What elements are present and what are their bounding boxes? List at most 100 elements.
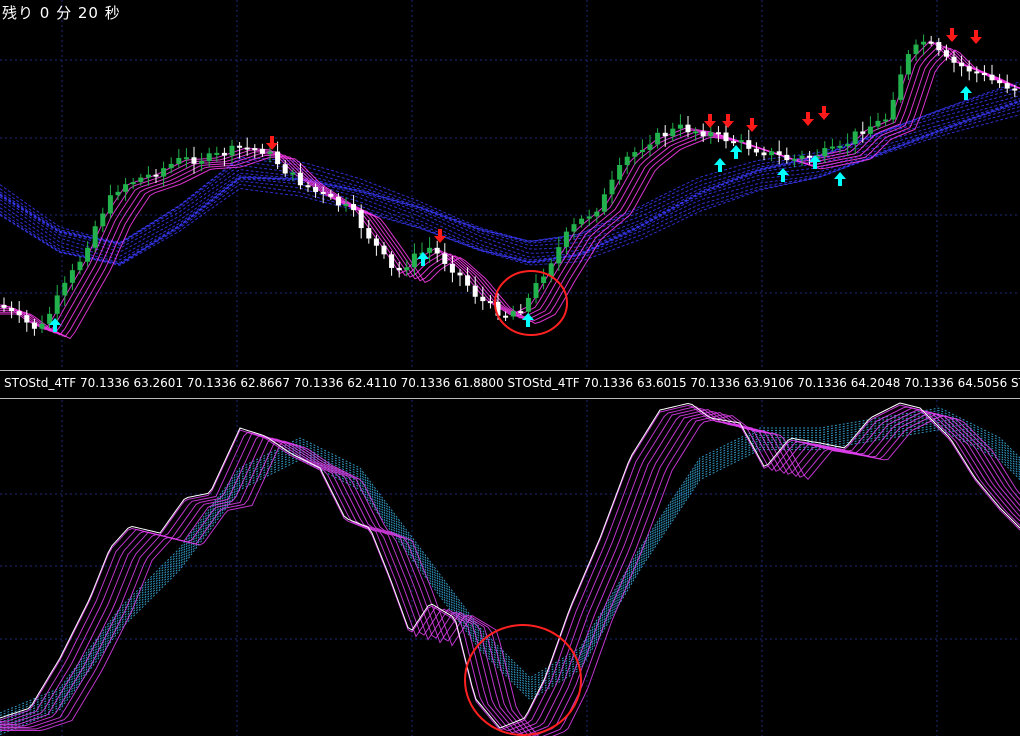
cyan-up-arrow-icon — [960, 86, 972, 100]
candle-body — [1, 305, 7, 308]
candle-body — [966, 66, 972, 72]
candle-body — [351, 204, 357, 211]
pane-divider-bottom[interactable] — [0, 398, 1020, 399]
candle-body — [145, 174, 151, 178]
candle-body — [373, 238, 379, 246]
indicator-label: STOStd_4TF 70.1336 63.2601 70.1336 62.86… — [4, 376, 1020, 390]
candle-body — [153, 174, 159, 177]
candle-body — [1012, 88, 1018, 91]
candle-body — [358, 210, 364, 229]
chart-stage — [0, 0, 1020, 736]
candle-body — [829, 146, 835, 149]
red-down-arrow-icon-shape — [946, 28, 958, 42]
candle-body — [472, 285, 478, 297]
candle-body — [655, 132, 661, 145]
red-down-arrow-icon — [946, 28, 958, 42]
fast-ma-line — [0, 43, 1020, 334]
candle-body — [510, 311, 516, 317]
candle-body — [411, 253, 417, 268]
cyan-up-arrow-icon-shape — [834, 172, 846, 186]
candle-body — [92, 226, 98, 248]
candle-body — [685, 124, 691, 133]
candle-body — [130, 182, 136, 185]
price-ma-ribbon[interactable] — [0, 40, 1020, 340]
candle-body — [168, 163, 174, 169]
stochastic-fast-line — [0, 411, 1020, 736]
price-candles[interactable] — [1, 34, 1018, 336]
red-down-arrow-icon — [818, 106, 830, 120]
candle-body — [959, 62, 965, 67]
candle-body — [282, 164, 288, 174]
candle-body — [244, 147, 250, 150]
candle-body — [161, 168, 167, 177]
candle-body — [769, 151, 775, 156]
candle-body — [776, 151, 782, 155]
candle-body — [465, 275, 471, 286]
candle-body — [981, 73, 987, 76]
red-down-arrow-icon-shape — [802, 112, 814, 126]
candle-body — [670, 128, 676, 137]
candle-body — [556, 247, 562, 264]
cyan-up-arrow-icon — [834, 172, 846, 186]
red-down-arrow-icon-shape — [970, 30, 982, 44]
candle-body — [617, 165, 623, 180]
candle-body — [199, 161, 205, 164]
candle-body — [822, 148, 828, 157]
candle-body — [989, 74, 995, 81]
candle-body — [442, 253, 448, 264]
candle-body — [715, 132, 721, 135]
candle-body — [115, 191, 121, 196]
candle-body — [624, 156, 630, 166]
candle-body — [791, 158, 797, 161]
candle-body — [343, 204, 349, 207]
stochastic-slow-line — [0, 429, 1020, 736]
candle-body — [594, 211, 600, 217]
slow-ma-line — [0, 83, 1020, 244]
candle-body — [366, 228, 372, 239]
stochastic-ribbon[interactable] — [0, 402, 1020, 736]
candle-body — [191, 157, 197, 164]
candle-body — [875, 120, 881, 127]
pane-divider-top[interactable] — [0, 370, 1020, 371]
candle-body — [753, 148, 759, 153]
candle-body — [487, 301, 493, 304]
red-down-arrow-icon-shape — [746, 118, 758, 132]
stochastic-slow-line — [0, 417, 1020, 724]
candle-body — [123, 184, 129, 192]
candle-body — [183, 157, 189, 160]
stochastic-slow-line — [0, 426, 1020, 733]
candle-body — [974, 71, 980, 74]
candle-body — [632, 152, 638, 157]
candle-body — [890, 99, 896, 120]
cyan-up-arrow-icon-shape — [730, 145, 742, 159]
candle-body — [677, 124, 683, 129]
cyan-up-arrow-icon — [522, 313, 534, 327]
candle-body — [799, 155, 805, 159]
candle-body — [951, 56, 957, 63]
fast-ma-line — [0, 42, 1020, 332]
candle-body — [723, 132, 729, 142]
candle-body — [313, 186, 319, 192]
candle-body — [525, 297, 531, 312]
candle-body — [16, 311, 22, 316]
candle-body — [571, 224, 577, 232]
candle-body — [85, 247, 91, 262]
candle-body — [928, 41, 934, 44]
fast-ma-line — [0, 40, 1020, 331]
fast-ma-line — [0, 49, 1020, 340]
candle-body — [533, 283, 539, 298]
candle-body — [221, 152, 227, 156]
candle-body — [905, 54, 911, 75]
candle-body — [541, 276, 547, 284]
candle-body — [518, 311, 524, 314]
stochastic-fast-line — [0, 413, 1020, 736]
red-down-arrow-icon — [704, 114, 716, 128]
candle-body — [480, 296, 486, 302]
candle-body — [845, 144, 851, 147]
stochastic-fast-line — [0, 414, 1020, 736]
candle-body — [738, 140, 744, 143]
stochastic-slow-line — [0, 419, 1020, 726]
candle-body — [259, 148, 265, 154]
candle-body — [943, 50, 949, 57]
candle-body — [731, 141, 737, 144]
